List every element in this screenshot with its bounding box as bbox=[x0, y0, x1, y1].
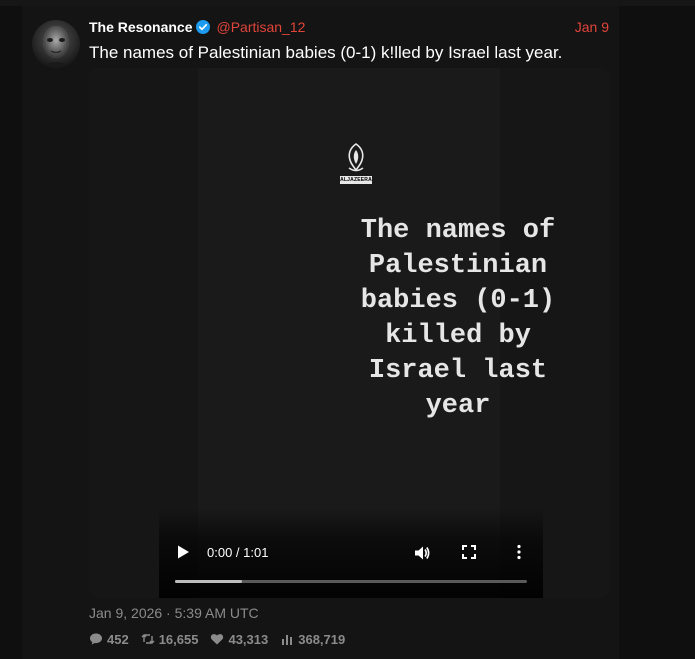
reply-stat[interactable]: 452 bbox=[89, 632, 129, 647]
verified-badge-icon bbox=[196, 20, 211, 34]
tweet-date[interactable]: Jan 9 bbox=[575, 19, 609, 35]
avatar-image bbox=[38, 26, 74, 68]
aljazeera-logo-icon bbox=[348, 143, 364, 172]
avatar[interactable] bbox=[32, 20, 80, 68]
video-time: 0:00 / 1:01 bbox=[207, 545, 269, 560]
fullscreen-icon[interactable] bbox=[461, 544, 477, 560]
heart-icon bbox=[211, 634, 224, 645]
tweet-stats: 452 16,655 43,313 368,719 bbox=[89, 631, 357, 647]
tweet-text: The names of Palestinian babies (0-1) k!… bbox=[89, 43, 563, 62]
caption-line: killed by bbox=[385, 321, 531, 351]
retweet-stat[interactable]: 16,655 bbox=[141, 631, 199, 647]
video-caption: The names of Palestinian babies (0-1) ki… bbox=[307, 214, 609, 424]
more-vertical-icon[interactable] bbox=[511, 544, 527, 560]
views-count: 368,719 bbox=[298, 631, 346, 647]
video-progress-fill bbox=[175, 580, 242, 583]
like-stat[interactable]: 43,313 bbox=[210, 632, 268, 647]
views-stat[interactable]: 368,719 bbox=[280, 632, 345, 647]
tweet-card: The Resonance @Partisan_12 Jan 9 The nam… bbox=[22, 6, 619, 659]
video-progress-bar[interactable] bbox=[175, 580, 527, 583]
retweet-count: 16,655 bbox=[158, 631, 199, 647]
play-icon[interactable] bbox=[175, 544, 191, 560]
tweet-timestamp[interactable]: Jan 9, 2026 · 5:39 AM UTC bbox=[89, 605, 259, 621]
caption-line: Israel last bbox=[368, 356, 548, 386]
views-icon bbox=[282, 635, 293, 645]
user-handle[interactable]: @Partisan_12 bbox=[216, 19, 305, 35]
video-controls: 0:00 / 1:01 bbox=[159, 508, 543, 598]
tweet-header: The Resonance @Partisan_12 Jan 9 bbox=[89, 18, 609, 36]
caption-line: The names of bbox=[360, 216, 556, 246]
like-count: 43,313 bbox=[228, 631, 269, 647]
display-name[interactable]: The Resonance bbox=[89, 19, 192, 35]
reply-count: 452 bbox=[107, 631, 129, 647]
volume-icon[interactable] bbox=[413, 544, 431, 562]
caption-line: Palestinian bbox=[368, 251, 548, 281]
aljazeera-logo-text: ALJAZEERA bbox=[340, 176, 372, 184]
media-container: ALJAZEERA The names of Palestinian babie… bbox=[89, 68, 609, 598]
retweet-icon bbox=[141, 634, 155, 644]
page: The Resonance @Partisan_12 Jan 9 The nam… bbox=[0, 0, 695, 659]
comment-icon bbox=[90, 633, 102, 645]
caption-line: babies (0-1) bbox=[360, 286, 556, 316]
caption-line: year bbox=[425, 391, 491, 421]
aljazeera-logo: ALJAZEERA bbox=[340, 142, 372, 186]
